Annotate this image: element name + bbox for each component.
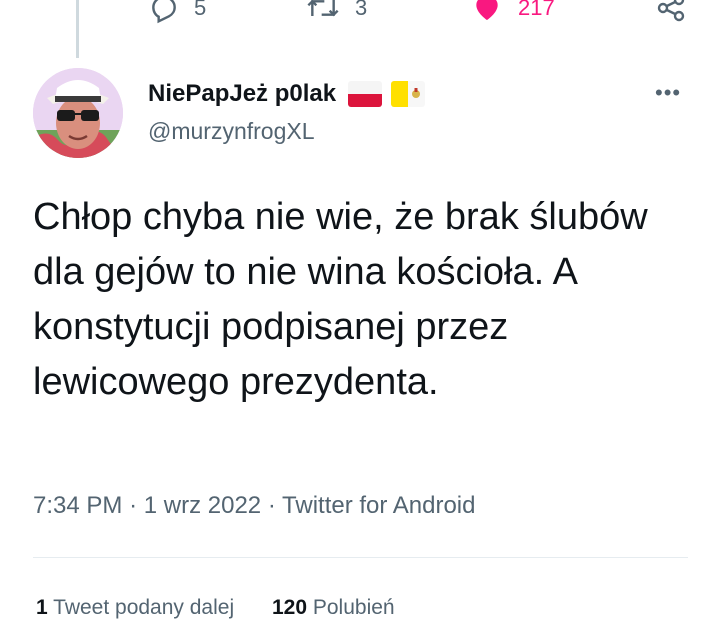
retweet-count: 3	[355, 0, 368, 20]
tweet-source[interactable]: Twitter for Android	[282, 492, 475, 519]
display-name-text: NiePapJeż p0lak	[148, 80, 337, 107]
heart-icon	[476, 0, 498, 20]
share-button[interactable]	[655, 0, 687, 24]
meta-separator: ·	[267, 492, 276, 519]
retweet-button[interactable]: 3	[305, 0, 367, 24]
retweets-label: Tweet podany dalej	[53, 596, 235, 619]
vatican-flag-icon	[391, 81, 426, 107]
tweet-metadata: 7:34 PM · 1 wrz 2022 · Twitter for Andro…	[33, 492, 475, 520]
avatar[interactable]	[33, 68, 123, 158]
like-count: 217	[518, 0, 555, 20]
tweet-stats: 1 Tweet podany dalej 120 Polubień	[36, 596, 395, 620]
parent-tweet-action-bar: 5 3 217	[0, 0, 705, 24]
retweets-stat[interactable]: 1 Tweet podany dalej	[36, 596, 240, 619]
divider	[33, 557, 688, 558]
like-button[interactable]: 217	[470, 0, 555, 24]
tweet-date[interactable]: 1 wrz 2022	[144, 492, 261, 519]
poland-flag-icon	[348, 81, 383, 107]
reply-button[interactable]: 5	[148, 0, 206, 24]
reply-icon	[152, 0, 176, 24]
display-name[interactable]: NiePapJeż p0lak	[148, 80, 426, 108]
avatar-image	[33, 68, 123, 158]
likes-stat[interactable]: 120 Polubień	[272, 596, 395, 619]
tweet-text: Chłop chyba nie wie, że brak ślubów dla …	[33, 196, 648, 403]
user-handle[interactable]: @murzynfrogXL	[148, 118, 315, 145]
likes-label: Polubień	[312, 596, 395, 619]
retweet-icon	[307, 0, 339, 17]
meta-separator: ·	[129, 492, 138, 519]
share-icon	[657, 0, 685, 22]
likes-count: 120	[271, 596, 308, 619]
tweet-time[interactable]: 7:34 PM	[33, 492, 122, 519]
reply-count: 5	[194, 0, 207, 20]
more-options-icon[interactable]: •••	[655, 80, 681, 106]
retweets-count: 1	[36, 596, 48, 619]
